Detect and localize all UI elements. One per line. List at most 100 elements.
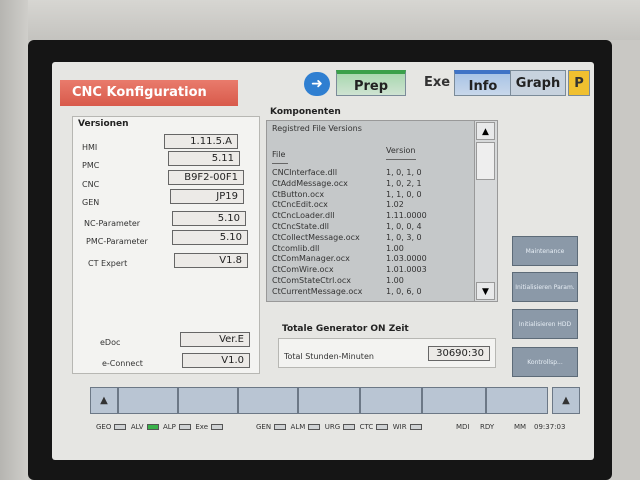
softkey-4[interactable] [298, 387, 360, 414]
status-urg: URG [324, 423, 341, 431]
edoc-value: Ver.E [180, 332, 250, 347]
background-wall-top [0, 0, 640, 40]
led-ctc [376, 424, 389, 430]
status-alp: ALP [162, 423, 176, 431]
cnc-value: B9F2-00F1 [168, 170, 244, 185]
maintenance-button[interactable]: Maintenance [512, 236, 578, 266]
versionen-header: Versionen [78, 119, 129, 129]
file-version: 1, 0, 6, 0 [386, 286, 422, 296]
tab-p[interactable]: P [568, 70, 590, 96]
file-version: 1, 0, 1, 0 [386, 168, 422, 177]
kontrollsp-button[interactable]: Kontrollsp... [512, 347, 578, 377]
hmi-label: HMI [82, 143, 98, 152]
background-wall-left [0, 0, 28, 480]
initialisieren-param-button[interactable]: Initialisieren Param. [512, 272, 578, 302]
cnc-label: CNC [82, 180, 100, 189]
status-alv: ALV [130, 423, 144, 431]
nc-parameter-label: NC-Parameter [84, 219, 141, 228]
screen: CNC Konfiguration ➜ Prep Exe Info Graph … [52, 62, 594, 460]
softkey-6[interactable] [422, 387, 486, 414]
status-time: 09:37:03 [534, 423, 566, 431]
softkey-2[interactable] [178, 387, 238, 414]
gen-value: JP19 [170, 189, 244, 204]
status-ctc: CTC [359, 423, 374, 431]
softkey-1[interactable] [118, 387, 178, 414]
led-alp [178, 424, 191, 430]
pmc-value: 5.11 [168, 151, 240, 166]
file-version: 1, 0, 3, 0 [386, 232, 422, 242]
file-version: 1.02 [386, 200, 404, 210]
file-version: 1.00 [386, 243, 404, 253]
file-name: CtCncEdit.ocx [272, 200, 328, 210]
status-exe: Exe [195, 423, 209, 431]
generator-value: 30690:30 [428, 346, 490, 361]
status-geo: GEO [96, 423, 112, 431]
col-version: Version [386, 146, 416, 155]
file-name: CtComStateCtrl.ocx [272, 276, 351, 285]
econnect-value: V1.0 [182, 353, 250, 368]
led-alm [308, 424, 321, 430]
gen-label: GEN [82, 198, 100, 207]
led-alv [146, 424, 159, 430]
softkey-left-arrow[interactable]: ▲ [90, 387, 118, 414]
next-arrow-icon[interactable]: ➜ [304, 72, 330, 96]
nc-parameter-value: 5.10 [172, 211, 246, 226]
status-bar-left: GEO ALV ALP Exe [96, 420, 224, 434]
file-name: CtComManager.ocx [272, 254, 350, 264]
softkey-right-arrow[interactable]: ▲ [552, 387, 580, 414]
ct-expert-label: CT Expert [88, 259, 128, 268]
col-file: File [272, 150, 286, 159]
file-name: CNCInterface.dll [272, 168, 338, 177]
pmc-parameter-value: 5.10 [172, 230, 248, 245]
file-version: 1.03.0000 [386, 254, 427, 264]
file-name: CtAddMessage.ocx [272, 178, 348, 188]
file-name: CtButton.ocx [272, 189, 325, 199]
file-name: CtCncLoader.dll [272, 211, 335, 221]
file-version: 1.11.0000 [386, 211, 427, 221]
file-version: 1, 1, 0, 0 [386, 189, 422, 199]
pmc-parameter-label: PMC-Parameter [86, 237, 148, 246]
file-name: CtCurrentMessage.ocx [272, 286, 363, 296]
status-gen: GEN [256, 423, 272, 431]
softkey-5[interactable] [360, 387, 422, 414]
led-exe [211, 424, 224, 430]
window-title: CNC Konfiguration [60, 80, 238, 106]
softkey-7[interactable] [486, 387, 548, 414]
status-rdy: RDY [480, 423, 495, 431]
col-version-underline [386, 159, 416, 160]
scroll-down-icon[interactable]: ▼ [476, 282, 495, 300]
file-version: 1.01.0003 [386, 265, 427, 275]
initialisieren-hdd-button[interactable]: Initialisieren HDD [512, 309, 578, 339]
file-name: Ctcomlib.dll [272, 243, 320, 253]
generator-label: Total Stunden-Minuten [284, 352, 374, 361]
tab-graph[interactable]: Graph [510, 70, 566, 96]
file-version: 1, 0, 0, 4 [386, 222, 422, 231]
scroll-thumb[interactable] [476, 142, 495, 180]
led-geo [114, 424, 127, 430]
file-name: CtCncState.dll [272, 222, 330, 231]
scroll-up-icon[interactable]: ▲ [476, 122, 495, 140]
status-alm: ALM [290, 423, 306, 431]
pmc-label: PMC [82, 161, 100, 170]
file-name: CtComWire.ocx [272, 265, 334, 275]
ct-expert-value: V1.8 [174, 253, 248, 268]
econnect-label: e-Connect [102, 359, 143, 368]
status-bar-mid: GEN ALM URG CTC WIR [256, 420, 422, 434]
col-file-underline [272, 163, 288, 164]
status-wir: WIR [392, 423, 407, 431]
tab-info[interactable]: Info [454, 70, 512, 96]
list-title: Registred File Versions [272, 124, 362, 133]
file-version: 1.00 [386, 276, 404, 285]
led-gen [274, 424, 287, 430]
led-urg [343, 424, 356, 430]
file-name: CtCollectMessage.ocx [272, 232, 360, 242]
komponenten-header: Komponenten [270, 107, 341, 117]
tab-prep[interactable]: Prep [336, 70, 406, 96]
status-mdi: MDI [456, 423, 470, 431]
edoc-label: eDoc [100, 338, 121, 347]
file-version: 1, 0, 2, 1 [386, 178, 422, 188]
softkey-3[interactable] [238, 387, 298, 414]
hmi-value: 1.11.5.A [164, 134, 238, 149]
led-wir [409, 424, 422, 430]
generator-header: Totale Generator ON Zeit [282, 324, 409, 334]
